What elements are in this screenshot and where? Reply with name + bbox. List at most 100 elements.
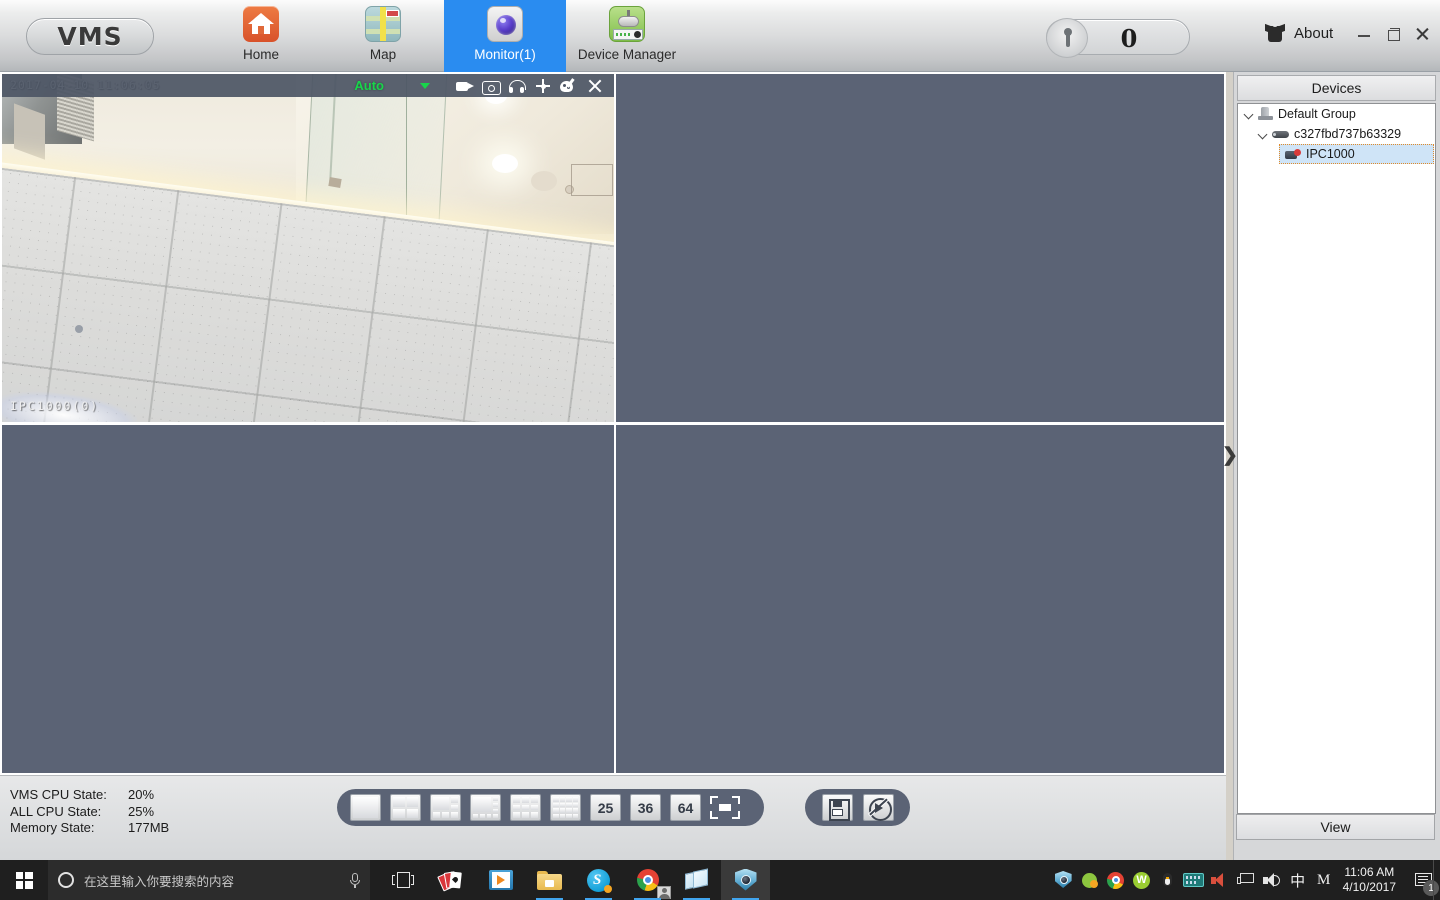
tray-vms-shield-icon[interactable] — [1051, 860, 1077, 900]
video-pane-toolbar: Auto — [2, 74, 614, 97]
folder-icon — [537, 870, 562, 890]
ptz-icon[interactable] — [530, 74, 556, 97]
stat-label: Memory State: — [10, 820, 95, 835]
nav-item-home[interactable]: Home — [200, 0, 322, 72]
tray-ime-keyboard-icon[interactable] — [1181, 860, 1207, 900]
layout-64-button[interactable]: 64 — [670, 794, 701, 821]
record-icon[interactable] — [452, 74, 478, 97]
save-view-icon[interactable] — [822, 794, 853, 821]
stat-row: Memory State: 177MB — [10, 820, 169, 837]
layout-4-button[interactable] — [390, 794, 421, 821]
layout-1-button[interactable] — [350, 794, 381, 821]
tray-muted-speaker-icon[interactable] — [1207, 860, 1233, 900]
stat-label: ALL CPU State: — [10, 803, 102, 819]
layout-selector-bar: 25 36 64 — [337, 789, 764, 826]
video-pane-4[interactable] — [616, 425, 1224, 773]
nav-item-home-label: Home — [242, 47, 279, 62]
auto-cycle-icon[interactable] — [863, 794, 894, 821]
about-label: About — [1294, 24, 1334, 42]
tree-node-default-group[interactable]: Default Group — [1238, 104, 1435, 124]
chevron-down-icon[interactable] — [1243, 108, 1256, 121]
device-manager-icon — [609, 6, 645, 42]
layout-16-button[interactable] — [550, 794, 581, 821]
windows-taskbar: 在这里输入你要搜索的内容 S W 中 M 11:06 AM 4/10/2017 … — [0, 860, 1440, 900]
layout-8-button[interactable] — [470, 794, 501, 821]
taskbar-app-solitaire[interactable] — [427, 860, 476, 900]
live-video-stream — [2, 74, 614, 422]
nav-item-device-manager-label: Device Manager — [577, 47, 677, 62]
video-pane-2[interactable] — [616, 74, 1224, 422]
view-button[interactable]: View — [1236, 814, 1435, 840]
video-pane-3[interactable] — [2, 425, 614, 773]
cortana-icon[interactable] — [58, 872, 74, 888]
stat-label: VMS CPU State: — [10, 787, 107, 802]
fullscreen-icon[interactable] — [710, 794, 740, 821]
window-controls — [1356, 26, 1430, 42]
shirt-icon — [1265, 23, 1285, 42]
image-settings-icon[interactable] — [556, 74, 582, 97]
chevron-down-icon[interactable] — [420, 82, 430, 89]
alarm-counter[interactable]: 0 — [1046, 18, 1190, 58]
maximize-icon[interactable] — [1385, 26, 1401, 42]
layout-6-button[interactable] — [430, 794, 461, 821]
system-stats: VMS CPU State: 20% ALL CPU State: 25% Me… — [10, 787, 169, 837]
tree-node-nvr[interactable]: c327fbd737b63329 — [1238, 124, 1435, 144]
nav-item-device-manager[interactable]: Device Manager — [566, 0, 688, 72]
tray-chrome-icon[interactable] — [1103, 860, 1129, 900]
view-tools-bar — [805, 789, 910, 826]
windows-start-icon[interactable] — [0, 860, 48, 900]
taskbar-search-input[interactable]: 在这里输入你要搜索的内容 — [48, 860, 370, 900]
taskbar-app-sticky-notes[interactable] — [672, 860, 721, 900]
ime-mode-label: 中 — [1290, 872, 1306, 890]
video-pane-1[interactable]: 2017-04-10 11:06:05 IPC1000(0) Auto — [2, 74, 614, 422]
minimize-icon[interactable] — [1356, 26, 1372, 42]
nav-item-monitor[interactable]: Monitor(1) — [444, 0, 566, 72]
close-icon[interactable] — [582, 74, 608, 97]
devices-panel: Devices Default Group c327fbd737b63329 I… — [1233, 72, 1440, 860]
tray-ime-mode-indicator[interactable]: 中 — [1285, 860, 1311, 900]
movies-tv-icon — [488, 870, 513, 890]
camera-icon — [1285, 148, 1301, 161]
stream-mode-label[interactable]: Auto — [354, 78, 384, 93]
devices-panel-header: Devices — [1237, 75, 1436, 101]
tray-ime-letter-indicator[interactable]: M — [1311, 860, 1337, 900]
user-avatar-icon — [657, 886, 671, 899]
taskbar-app-skype[interactable]: S — [574, 860, 623, 900]
monitor-camera-icon — [487, 6, 523, 42]
stat-row: ALL CPU State: 25% — [10, 804, 169, 821]
vms-shield-icon — [734, 868, 758, 892]
tray-network-icon[interactable] — [1233, 860, 1259, 900]
tray-volume-icon[interactable] — [1259, 860, 1285, 900]
microphone-icon[interactable] — [350, 872, 360, 888]
alarm-bell-icon — [1046, 18, 1088, 58]
nav-item-map[interactable]: Map — [322, 0, 444, 72]
taskbar-app-task-view[interactable] — [378, 860, 427, 900]
cards-icon — [436, 869, 464, 892]
sticky-notes-icon — [684, 868, 709, 890]
tray-penguin-mail-icon[interactable] — [1155, 860, 1181, 900]
audio-icon[interactable] — [504, 74, 530, 97]
taskbar-clock[interactable]: 11:06 AM 4/10/2017 — [1337, 865, 1406, 895]
snapshot-icon[interactable] — [478, 74, 504, 97]
taskbar-app-file-explorer[interactable] — [525, 860, 574, 900]
about-button[interactable]: About — [1265, 23, 1334, 42]
system-tray: W 中 M 11:06 AM 4/10/2017 1 — [1051, 860, 1440, 900]
layout-25-button[interactable]: 25 — [590, 794, 621, 821]
panel-collapse-handle[interactable]: ❯ — [1222, 435, 1238, 475]
taskbar-app-movies-tv[interactable] — [476, 860, 525, 900]
tray-green-sync-icon[interactable] — [1077, 860, 1103, 900]
ime-letter-label: M — [1316, 871, 1331, 888]
layout-36-button[interactable]: 36 — [630, 794, 661, 821]
group-icon — [1258, 107, 1273, 121]
tree-node-label: IPC1000 — [1306, 147, 1355, 161]
layout-9-button[interactable] — [510, 794, 541, 821]
chevron-down-icon[interactable] — [1257, 128, 1270, 141]
show-desktop-button[interactable] — [1433, 860, 1440, 900]
close-icon[interactable] — [1414, 26, 1430, 42]
taskbar-app-vms[interactable] — [721, 860, 770, 900]
top-toolbar: VMS Home Map Monitor(1) Device Manager 0… — [0, 0, 1440, 72]
tree-node-camera-ipc1000[interactable]: IPC1000 — [1279, 144, 1434, 164]
tray-w-browser-icon[interactable]: W — [1129, 860, 1155, 900]
nvr-icon — [1272, 129, 1289, 140]
taskbar-app-chrome[interactable] — [623, 860, 672, 900]
